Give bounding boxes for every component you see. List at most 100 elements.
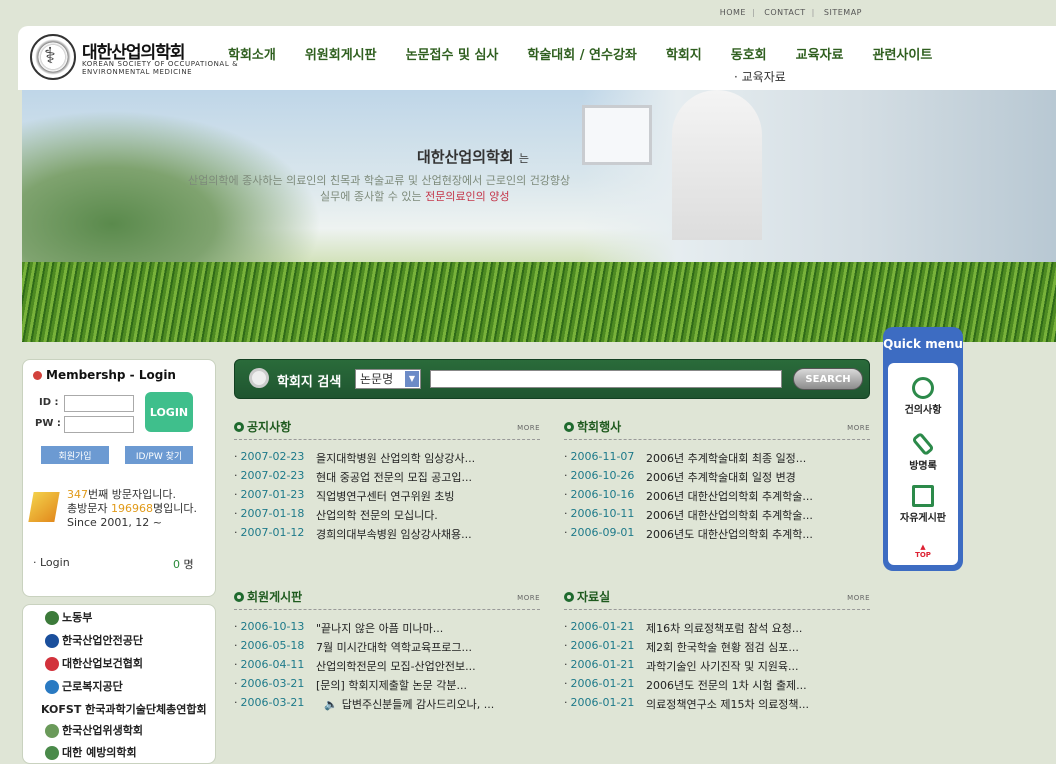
visitor-stats: 347번째 방문자입니다. 총방문자 196968명입니다. Since 200… bbox=[67, 488, 197, 529]
online-label: · Login bbox=[33, 556, 70, 569]
link-moel[interactable]: 노동부 bbox=[45, 609, 92, 625]
home-link[interactable]: HOME bbox=[720, 8, 746, 17]
quick-guestbook[interactable]: 방명록 bbox=[888, 431, 958, 472]
list-item[interactable]: 2006-03-21[문의] 학회지제출할 논문 각분... bbox=[234, 677, 540, 696]
list-item[interactable]: 2006-10-162006년 대한산업의학회 추계학술... bbox=[564, 488, 870, 507]
nav-item-education[interactable]: 교육자료 bbox=[796, 44, 844, 63]
site-logo[interactable]: 대한산업의학회 KOREAN SOCIETY OF OCCUPATIONAL &… bbox=[30, 34, 238, 84]
board-title[interactable]: 회원게시판 bbox=[234, 588, 540, 605]
link-kosoh[interactable]: 한국산업위생학회 bbox=[45, 722, 143, 738]
list-item[interactable]: 2006-03-21🔈답변주신분들께 감사드리오나, ... bbox=[234, 696, 540, 715]
magnifier-icon bbox=[249, 368, 269, 388]
board-title[interactable]: 자료실 bbox=[564, 588, 870, 605]
banner-lab-backdrop bbox=[582, 90, 1056, 290]
join-button[interactable]: 회원가입 bbox=[41, 446, 109, 464]
question-icon bbox=[912, 377, 934, 399]
more-link[interactable]: MORE bbox=[847, 594, 870, 602]
online-count: 0 명 bbox=[173, 558, 194, 571]
list-item[interactable]: 2007-01-12경희의대부속병원 임상강사채용... bbox=[234, 526, 540, 545]
board-title[interactable]: 공지사항 bbox=[234, 418, 540, 435]
journal-search-bar: 학회지 검색 논문명 ▼ SEARCH bbox=[234, 359, 870, 399]
password-input[interactable] bbox=[64, 416, 134, 433]
scroll-top-button[interactable]: ▲ TOP bbox=[888, 543, 958, 559]
moel-logo-icon bbox=[45, 611, 59, 625]
link-kosha[interactable]: 한국산업안전공단 bbox=[45, 632, 143, 648]
board-events: 학회행사 MORE 2006-11-072006년 추계학술대회 최종 일정..… bbox=[564, 418, 870, 545]
more-link[interactable]: MORE bbox=[847, 424, 870, 432]
more-link[interactable]: MORE bbox=[517, 424, 540, 432]
banner-line-2: 실무에 종사할 수 있는 전문의료인의 양성 bbox=[320, 190, 510, 203]
bullet-icon bbox=[33, 370, 42, 380]
bullet-icon bbox=[234, 591, 244, 602]
nav-item-journal[interactable]: 학회지 bbox=[666, 44, 702, 63]
bullet-icon bbox=[234, 421, 244, 432]
link-kspm[interactable]: 대한 예방의학회 bbox=[45, 744, 137, 760]
quick-menu-title: Quick menu bbox=[883, 337, 963, 351]
banner-doctor bbox=[672, 90, 762, 240]
board-notice: 공지사항 MORE 2007-02-23을지대학병원 산업의학 임상강사... … bbox=[234, 418, 540, 545]
list-item[interactable]: 2006-01-21제16차 의료정책포럼 참석 요청... bbox=[564, 620, 870, 639]
chevron-down-icon: ▼ bbox=[405, 371, 419, 387]
search-input[interactable] bbox=[430, 370, 782, 388]
comwel-logo-icon bbox=[45, 680, 59, 694]
related-links-panel: 노동부 한국산업안전공단 대한산업보건협회 근로복지공단 KOFST 한국과학기… bbox=[22, 604, 216, 764]
link-kiha[interactable]: 대한산업보건협회 bbox=[45, 655, 143, 671]
book-pencil-icon bbox=[28, 492, 60, 522]
site-header: 대한산업의학회 KOREAN SOCIETY OF OCCUPATIONAL &… bbox=[18, 26, 1056, 90]
list-item[interactable]: 2007-01-18산업의학 전문의 모십니다. bbox=[234, 507, 540, 526]
nav-item-papers[interactable]: 논문접수 및 심사 bbox=[406, 44, 499, 63]
main-banner: 대한산업의학회 는 산업의학에 종사하는 의료인의 친목과 학술교류 및 산업현… bbox=[22, 90, 1056, 342]
list-item[interactable]: 2007-02-23현대 중공업 전문의 모집 공고입... bbox=[234, 469, 540, 488]
login-panel: Membershp - Login ID : PW : LOGIN 회원가입 I… bbox=[22, 359, 216, 597]
kosha-logo-icon bbox=[45, 634, 59, 648]
list-item[interactable]: 2006-01-21제2회 한국학술 현황 점검 심포... bbox=[564, 639, 870, 658]
nav-item-committee[interactable]: 위원회게시판 bbox=[305, 44, 377, 63]
contact-link[interactable]: CONTACT bbox=[764, 8, 805, 17]
nav-item-clubs[interactable]: 동호회 bbox=[731, 44, 767, 63]
list-item[interactable]: 2006-11-072006년 추계학술대회 최종 일정... bbox=[564, 450, 870, 469]
search-button[interactable]: SEARCH bbox=[793, 368, 863, 390]
list-item[interactable]: 2006-01-21의료정책연구소 제15차 의료정책... bbox=[564, 696, 870, 715]
search-label: 학회지 검색 bbox=[277, 375, 342, 390]
list-item[interactable]: 2006-01-212006년도 전문의 1차 시험 출제... bbox=[564, 677, 870, 696]
link-kofst[interactable]: KOFST 한국과학기술단체총연합회 bbox=[41, 701, 207, 717]
list-item[interactable]: 2006-10-262006년 추계학술대회 일정 변경 bbox=[564, 469, 870, 488]
search-field-select[interactable]: 논문명 ▼ bbox=[355, 369, 421, 389]
list-item[interactable]: 2006-09-012006년도 대한산업의학회 추계학... bbox=[564, 526, 870, 545]
list-item[interactable]: 2006-04-11산업의학전문의 모집-산업안전보... bbox=[234, 658, 540, 677]
subnav-education-materials[interactable]: · 교육자료 bbox=[734, 68, 786, 85]
list-item[interactable]: 2007-02-23을지대학병원 산업의학 임상강사... bbox=[234, 450, 540, 469]
banner-line-1: 산업의학에 종사하는 의료인의 친목과 학술교류 및 산업현장에서 근로인의 건… bbox=[188, 174, 571, 187]
list-item[interactable]: 2006-01-21과학기술인 사기진작 및 지원육... bbox=[564, 658, 870, 677]
list-item[interactable]: 2006-10-13"끝나지 않은 아픔 미나마... bbox=[234, 620, 540, 639]
reply-icon: 🔈 bbox=[324, 698, 338, 711]
pill-icon bbox=[911, 431, 935, 457]
id-input[interactable] bbox=[64, 395, 134, 412]
board-members: 회원게시판 MORE 2006-10-13"끝나지 않은 아픔 미나마... 2… bbox=[234, 588, 540, 715]
link-comwel[interactable]: 근로복지공단 bbox=[45, 678, 123, 694]
society-seal-icon bbox=[30, 34, 76, 80]
board-archive: 자료실 MORE 2006-01-21제16차 의료정책포럼 참석 요청... … bbox=[564, 588, 870, 715]
quick-free-board[interactable]: 자유게시판 bbox=[888, 485, 958, 524]
bullet-icon bbox=[564, 421, 574, 432]
bullet-icon bbox=[564, 591, 574, 602]
find-id-pw-button[interactable]: ID/PW 찾기 bbox=[125, 446, 193, 464]
list-item[interactable]: 2006-05-187월 미시간대학 역학교육프로그... bbox=[234, 639, 540, 658]
main-nav: 학회소개 위원회게시판 논문접수 및 심사 학술대회 / 연수강좌 학회지 동호… bbox=[228, 44, 961, 63]
login-title: Membershp - Login bbox=[33, 368, 176, 382]
kosoh-logo-icon bbox=[45, 724, 59, 738]
top-utility-links: HOME | CONTACT | SITEMAP bbox=[719, 8, 862, 17]
id-label: ID : bbox=[39, 397, 59, 408]
quick-suggestions[interactable]: 건의사항 bbox=[888, 377, 958, 416]
more-link[interactable]: MORE bbox=[517, 594, 540, 602]
board-title[interactable]: 학회행사 bbox=[564, 418, 870, 435]
banner-monitor bbox=[582, 105, 652, 165]
nav-item-conference[interactable]: 학술대회 / 연수강좌 bbox=[527, 44, 636, 63]
login-button[interactable]: LOGIN bbox=[145, 392, 193, 432]
sitemap-link[interactable]: SITEMAP bbox=[824, 8, 862, 17]
list-item[interactable]: 2006-10-112006년 대한산업의학회 추계학술... bbox=[564, 507, 870, 526]
nav-item-about[interactable]: 학회소개 bbox=[228, 44, 276, 63]
quick-menu: Quick menu 건의사항 방명록 자유게시판 ▲ TOP bbox=[883, 327, 963, 571]
nav-item-related-sites[interactable]: 관련사이트 bbox=[873, 44, 933, 63]
list-item[interactable]: 2007-01-23직업병연구센터 연구위원 초빙 bbox=[234, 488, 540, 507]
